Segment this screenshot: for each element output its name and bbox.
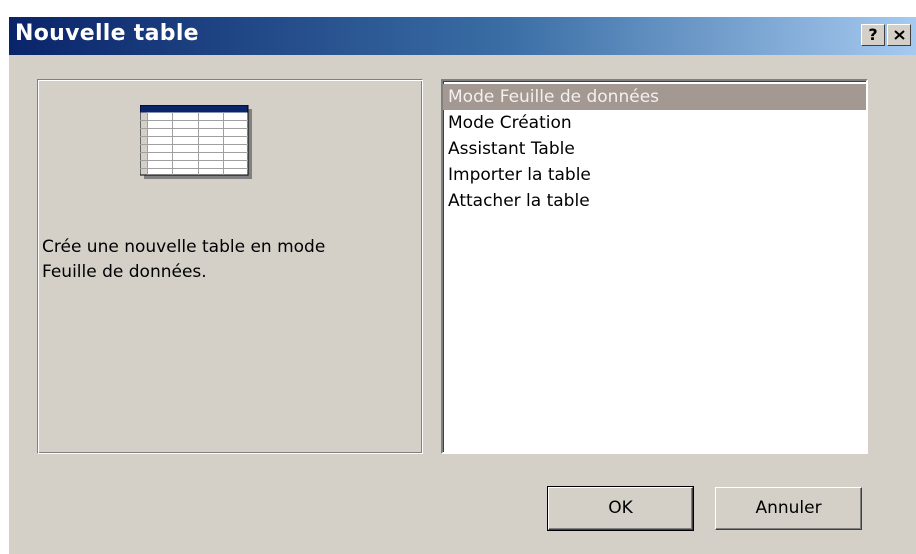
ok-button[interactable]: OK (547, 486, 694, 531)
cancel-button[interactable]: Annuler (715, 487, 862, 530)
close-button[interactable] (887, 24, 911, 46)
list-item-link-table[interactable]: Attacher la table (443, 188, 866, 214)
list-item-datasheet-view[interactable]: Mode Feuille de données (443, 84, 866, 110)
new-table-dialog: Nouvelle table ? Crée une nouvelle table… (8, 16, 916, 554)
description-text: Crée une nouvelle table en mode Feuille … (42, 237, 326, 282)
list-item-import-table[interactable]: Importer la table (443, 162, 866, 188)
help-button[interactable]: ? (861, 24, 885, 46)
description-panel: Crée une nouvelle table en mode Feuille … (37, 79, 423, 454)
datasheet-table-icon (140, 105, 252, 179)
close-icon (894, 30, 905, 40)
title-bar[interactable]: Nouvelle table ? (9, 17, 916, 55)
list-item-design-view[interactable]: Mode Création (443, 110, 866, 136)
list-item-table-wizard[interactable]: Assistant Table (443, 136, 866, 162)
dialog-title: Nouvelle table (15, 21, 199, 46)
table-mode-listbox[interactable]: Mode Feuille de données Mode Création As… (441, 79, 868, 454)
